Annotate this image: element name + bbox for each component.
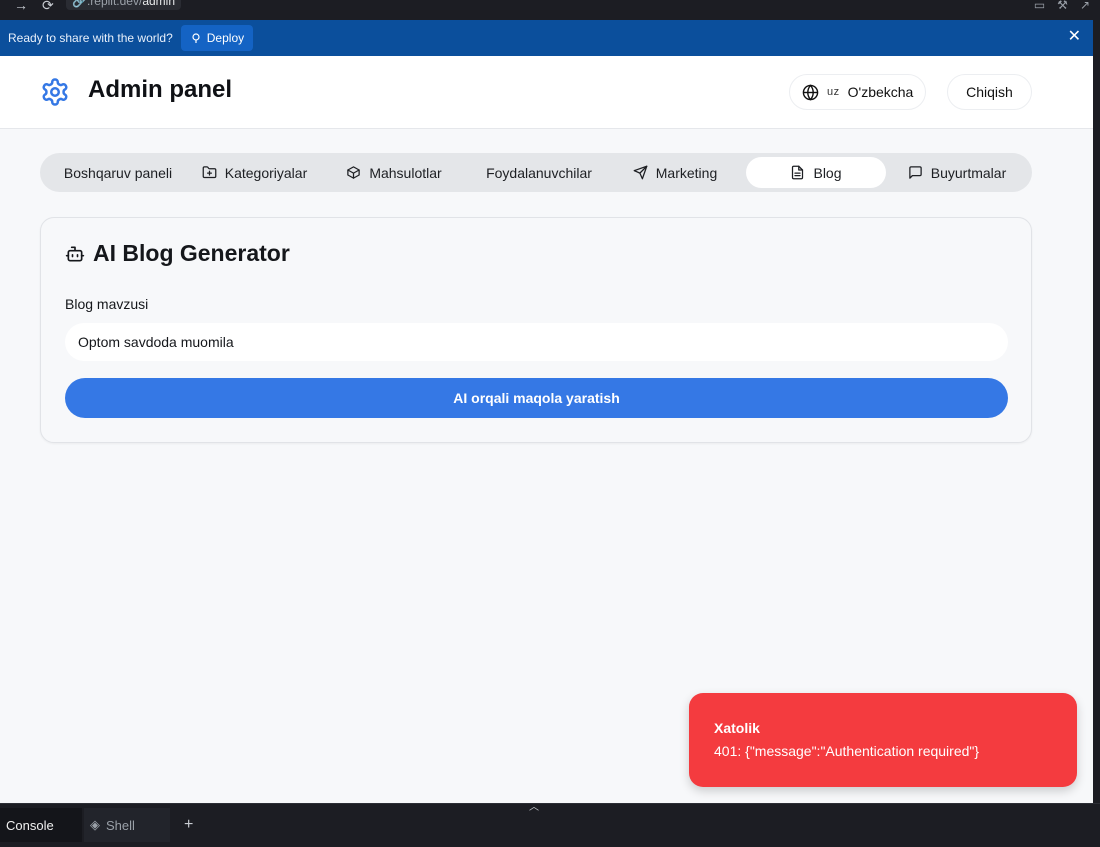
scrollbar-gutter [1093, 20, 1100, 803]
generate-article-button[interactable]: AI orqali maqola yaratish [65, 378, 1008, 418]
page-title: Admin panel [88, 76, 233, 103]
forward-icon[interactable]: → [14, 0, 28, 12]
toast-title: Xatolik [714, 720, 760, 736]
folder-plus-icon [202, 166, 217, 179]
close-icon[interactable]: ✕ [1068, 29, 1081, 45]
console-label: Console [6, 817, 54, 833]
package-icon [347, 166, 361, 179]
tab-products[interactable]: Mahsulotlar [337, 157, 451, 188]
tab-label: Buyurtmalar [930, 164, 1007, 181]
tab-label: Mahsulotlar [369, 164, 442, 181]
reload-icon[interactable]: ⟳ [42, 0, 54, 12]
tab-label: Foydalanuvchilar [486, 164, 592, 181]
tab-console[interactable]: Console [0, 808, 82, 842]
tab-blog[interactable]: Blog [746, 157, 886, 188]
language-label: O'zbekcha [847, 84, 914, 100]
topic-input[interactable] [65, 323, 1008, 361]
tab-label: Boshqaruv paneli [63, 164, 173, 181]
error-toast: Xatolik 401: {"message":"Authentication … [689, 693, 1077, 787]
tab-orders[interactable]: Buyurtmalar [898, 157, 1016, 188]
tab-categories[interactable]: Kategoriyalar [192, 157, 317, 188]
app-header: Admin panel uz O'zbekcha Chiqish [0, 56, 1093, 129]
banner-text: Ready to share with the world? [8, 31, 173, 45]
browser-toolbar: → ⟳ 🔗.replit.dev/admin ▭ ⚒ ↗ [0, 0, 1100, 20]
language-code: uz [827, 86, 840, 98]
card-title: AI Blog Generator [65, 240, 290, 267]
message-square-icon [909, 166, 922, 179]
deploy-button[interactable]: Deploy [180, 25, 254, 51]
bot-icon [65, 246, 85, 261]
globe-icon [802, 83, 819, 101]
deploy-label: Deploy [206, 31, 245, 45]
tab-label: Kategoriyalar [224, 164, 308, 181]
gear-icon [42, 78, 68, 106]
tab-marketing[interactable]: Marketing [625, 157, 725, 188]
add-tab-button[interactable]: + [178, 808, 199, 842]
tab-users[interactable]: Foydalanuvchilar [473, 157, 605, 188]
file-text-icon [792, 165, 804, 180]
app-surface: Admin panel uz O'zbekcha Chiqish Boshqar… [0, 56, 1093, 803]
devices-icon[interactable]: ▭ [1034, 0, 1045, 12]
link-icon: 🔗 [72, 0, 87, 8]
address-bar[interactable]: 🔗.replit.dev/admin [66, 0, 181, 10]
chevron-up-icon[interactable]: ︿ [529, 798, 539, 813]
admin-tabs: Boshqaruv paneli Kategoriyalar Mahsulotl… [40, 153, 1032, 192]
shell-label: Shell [106, 817, 135, 833]
send-icon [633, 165, 648, 180]
browser-actions: ▭ ⚒ ↗ [1034, 0, 1090, 12]
wrench-icon[interactable]: ⚒ [1057, 0, 1068, 12]
tab-label: Marketing [655, 164, 718, 181]
browser-nav: → ⟳ [14, 0, 54, 12]
deploy-banner: Ready to share with the world? Deploy ✕ [0, 20, 1093, 56]
tab-shell[interactable]: ◈ Shell [84, 808, 170, 842]
shell-icon: ◈ [90, 817, 100, 832]
bottom-panel: ︿ Console ◈ Shell + [0, 802, 1100, 847]
topic-label: Blog mavzusi [65, 296, 149, 312]
logout-button[interactable]: Chiqish [947, 74, 1032, 110]
external-link-icon[interactable]: ↗ [1080, 0, 1090, 12]
url-path: admin [142, 0, 175, 8]
deploy-icon [192, 33, 200, 43]
language-selector[interactable]: uz O'zbekcha [789, 74, 927, 110]
toast-message: 401: {"message":"Authentication required… [714, 743, 980, 759]
tab-dashboard[interactable]: Boshqaruv paneli [54, 157, 182, 188]
blog-generator-card: AI Blog Generator Blog mavzusi AI orqali… [40, 217, 1032, 443]
url-prefix: .replit.dev/ [86, 0, 143, 8]
tab-label: Blog [813, 164, 842, 181]
card-title-text: AI Blog Generator [93, 240, 290, 266]
